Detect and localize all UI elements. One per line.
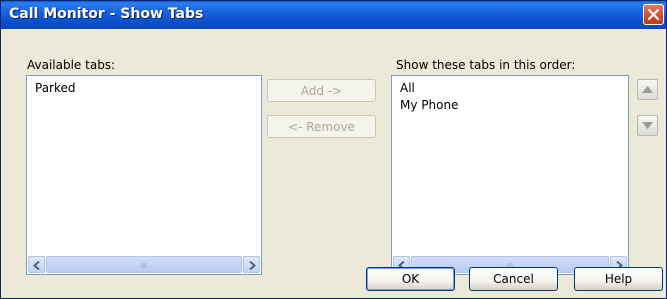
title-bar[interactable]: Call Monitor - Show Tabs bbox=[1, 1, 666, 29]
available-tabs-scrollbar[interactable]: III bbox=[28, 256, 260, 273]
available-tabs-label: Available tabs: bbox=[27, 58, 116, 72]
remove-button[interactable]: <- Remove bbox=[267, 115, 376, 138]
triangle-down-icon bbox=[642, 122, 653, 129]
move-up-button[interactable] bbox=[637, 79, 658, 100]
scrollbar-grip: III bbox=[140, 262, 148, 270]
add-button[interactable]: Add -> bbox=[267, 79, 376, 102]
arrow-left-icon bbox=[33, 261, 40, 270]
list-item[interactable]: My Phone bbox=[400, 98, 458, 112]
arrow-right-icon bbox=[249, 261, 256, 270]
shown-tabs-label: Show these tabs in this order: bbox=[396, 58, 576, 72]
ok-button[interactable]: OK bbox=[366, 267, 455, 291]
close-icon bbox=[647, 8, 660, 21]
list-item[interactable]: All bbox=[400, 81, 415, 95]
close-button[interactable] bbox=[643, 4, 664, 25]
scrollbar-thumb[interactable]: III bbox=[46, 256, 242, 273]
dialog-window: Call Monitor - Show Tabs Available tabs:… bbox=[0, 0, 667, 299]
triangle-up-icon bbox=[642, 86, 653, 93]
cancel-button[interactable]: Cancel bbox=[469, 267, 558, 291]
help-button[interactable]: Help bbox=[574, 267, 663, 291]
move-down-button[interactable] bbox=[637, 115, 658, 136]
list-item[interactable]: Parked bbox=[35, 81, 76, 95]
scroll-right-button[interactable] bbox=[243, 256, 260, 273]
shown-tabs-list[interactable]: All My Phone III bbox=[391, 75, 629, 275]
window-title: Call Monitor - Show Tabs bbox=[9, 6, 204, 22]
scroll-left-button[interactable] bbox=[28, 256, 45, 273]
available-tabs-list[interactable]: Parked III bbox=[26, 75, 262, 275]
